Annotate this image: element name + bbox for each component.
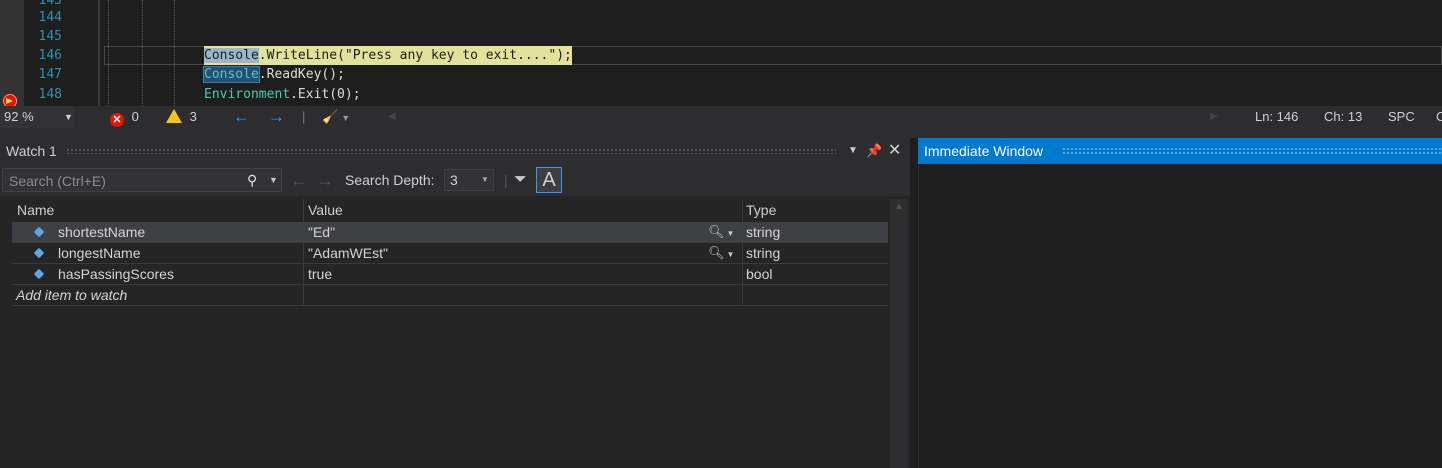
watch-row[interactable]: shortestName "Ed" 🔍︎ ▼ string bbox=[12, 222, 888, 243]
search-previous-icon[interactable]: ← bbox=[290, 164, 308, 196]
scroll-left-icon[interactable]: ◀ bbox=[388, 106, 396, 128]
navigate-back-icon[interactable]: ← bbox=[233, 106, 250, 128]
watch-title-bar[interactable]: Watch 1 ▼ 📌 ✕ bbox=[0, 138, 910, 164]
close-icon[interactable]: ✕ bbox=[888, 138, 901, 164]
line-number: 145 bbox=[38, 29, 62, 44]
code-line[interactable]: 147 Console.ReadKey(); bbox=[0, 65, 1442, 84]
warning-count-button[interactable]: 3 bbox=[166, 106, 197, 128]
search-options-dropdown-icon[interactable]: ▼ bbox=[269, 169, 278, 191]
zoom-value: 92 % bbox=[4, 109, 34, 124]
watch-toolbar: ⚲ ▼ ← → Search Depth: 3 ▼ | ⏷ A bbox=[0, 164, 910, 196]
chevron-down-icon: ▼ bbox=[64, 112, 73, 122]
column-header-value[interactable]: Value bbox=[308, 199, 343, 221]
watch-title: Watch 1 bbox=[6, 143, 57, 159]
drag-grip[interactable] bbox=[66, 148, 836, 154]
code-statement[interactable]: Console.ReadKey(); bbox=[203, 65, 345, 84]
watch-value[interactable]: "AdamWEst" bbox=[308, 243, 388, 263]
code-text: .ReadKey(); bbox=[258, 67, 345, 82]
zoom-dropdown[interactable]: 92 % ▼ bbox=[0, 106, 74, 128]
error-count-button[interactable]: ✕ 0 bbox=[110, 106, 139, 128]
line-indicator: Ln: 146 bbox=[1255, 109, 1299, 124]
filter-icon[interactable]: ⏷ bbox=[514, 164, 527, 196]
watch-name: shortestName bbox=[58, 224, 146, 240]
navigate-forward-icon[interactable]: → bbox=[268, 106, 285, 128]
search-icon[interactable]: ⚲ bbox=[247, 169, 257, 191]
code-line: 145 bbox=[0, 27, 1442, 46]
whitespace-indicator: SPC bbox=[1388, 109, 1415, 124]
column-header-name[interactable]: Name bbox=[17, 199, 54, 221]
column-header-type[interactable]: Type bbox=[746, 199, 776, 221]
separator: | bbox=[504, 172, 508, 188]
immediate-title-bar[interactable]: Immediate Window bbox=[918, 138, 1442, 164]
visualizer-magnifier-icon[interactable]: 🔍︎ ▼ bbox=[708, 222, 734, 244]
visualizer-magnifier-icon[interactable]: 🔍︎ ▼ bbox=[708, 243, 734, 265]
add-watch-placeholder[interactable]: Add item to watch bbox=[16, 285, 127, 305]
format-toggle-button[interactable]: A bbox=[536, 167, 562, 193]
watch-search-box[interactable]: ⚲ ▼ bbox=[2, 168, 282, 192]
panel-divider bbox=[0, 128, 1442, 138]
watch-panel: Watch 1 ▼ 📌 ✕ ⚲ ▼ ← → Search Depth: 3 ▼ … bbox=[0, 138, 910, 468]
watch-value[interactable]: "Ed" bbox=[308, 222, 335, 242]
code-line-current[interactable]: 146 Console.WriteLine("Press any key to … bbox=[0, 46, 1442, 106]
code-class-token: Console bbox=[203, 66, 260, 83]
scroll-up-icon[interactable]: ▲ bbox=[894, 201, 904, 212]
watch-value[interactable]: true bbox=[308, 264, 332, 284]
line-number: 144 bbox=[38, 10, 62, 25]
drag-grip[interactable] bbox=[1062, 147, 1442, 155]
window-options-dropdown-icon[interactable]: ▼ bbox=[848, 138, 858, 164]
warning-count: 3 bbox=[189, 109, 197, 124]
line-number: 148 bbox=[38, 87, 62, 102]
code-cleanup-icon[interactable]: 🧹 ▼ bbox=[322, 106, 350, 129]
error-icon: ✕ bbox=[110, 113, 124, 127]
error-count: 0 bbox=[131, 109, 139, 124]
watch-type: string bbox=[746, 224, 781, 240]
column-indicator: Ch: 13 bbox=[1324, 109, 1363, 124]
line-ending-indicator: C bbox=[1436, 109, 1442, 124]
search-input[interactable] bbox=[7, 171, 241, 191]
code-line: 144 bbox=[0, 8, 1442, 27]
watch-row[interactable]: longestName "AdamWEst" 🔍︎ ▼ string bbox=[12, 243, 888, 264]
scroll-right-icon[interactable]: ▶ bbox=[1210, 106, 1218, 128]
immediate-window-panel: Immediate Window bbox=[918, 138, 1442, 468]
code-class-token: Environment bbox=[204, 87, 291, 102]
add-watch-row[interactable]: Add item to watch bbox=[12, 285, 888, 306]
watch-name: hasPassingScores bbox=[58, 266, 174, 282]
watch-type: bool bbox=[746, 266, 773, 282]
immediate-title: Immediate Window bbox=[924, 143, 1044, 159]
watch-grid-header: Name Value Type bbox=[12, 199, 888, 221]
immediate-input-area[interactable] bbox=[918, 164, 1442, 468]
search-next-icon[interactable]: → bbox=[316, 164, 334, 196]
search-depth-label: Search Depth: bbox=[345, 172, 435, 188]
variable-icon bbox=[33, 243, 45, 263]
editor-status-bar: 92 % ▼ ✕ 0 3 ← → | 🧹 ▼ ◀ ▶ Ln: 146 Ch: 13… bbox=[0, 106, 1442, 128]
code-class-token: Console bbox=[204, 48, 259, 63]
pin-icon[interactable]: 📌 bbox=[866, 138, 882, 164]
search-depth-value: 3 bbox=[450, 172, 458, 188]
watch-type: string bbox=[746, 245, 781, 261]
code-statement[interactable]: Environment.Exit(0); bbox=[204, 85, 361, 104]
code-text: .Exit(0); bbox=[290, 87, 361, 102]
code-text: .WriteLine("Press any key to exit...."); bbox=[258, 48, 572, 63]
chevron-down-icon: ▼ bbox=[481, 175, 489, 184]
code-line[interactable]: 148 Environment.Exit(0); bbox=[0, 85, 1442, 104]
separator: | bbox=[302, 109, 306, 124]
line-number: 147 bbox=[38, 67, 62, 82]
watch-vertical-scrollbar[interactable]: ▲ bbox=[890, 199, 908, 468]
watch-name: longestName bbox=[58, 245, 141, 261]
code-editor[interactable]: 143 144 145 146 Console.WriteLine("Press… bbox=[0, 0, 1442, 106]
variable-icon bbox=[33, 222, 45, 242]
line-number: 146 bbox=[38, 48, 62, 63]
watch-row[interactable]: hasPassingScores true bool bbox=[12, 264, 888, 285]
search-depth-dropdown[interactable]: 3 ▼ bbox=[444, 169, 494, 191]
variable-icon bbox=[33, 264, 45, 284]
current-statement[interactable]: Console.WriteLine("Press any key to exit… bbox=[204, 46, 572, 65]
warning-icon bbox=[166, 109, 182, 123]
letter-a-icon: A bbox=[542, 169, 556, 191]
